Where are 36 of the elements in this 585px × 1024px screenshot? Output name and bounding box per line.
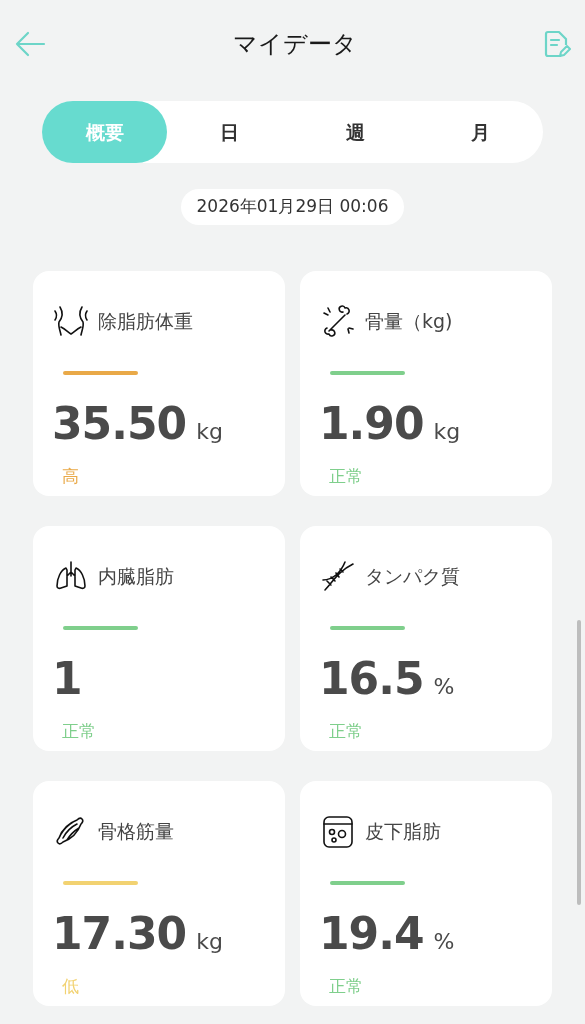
metric-name: 内臓脂肪 (98, 564, 174, 590)
back-icon[interactable] (14, 31, 46, 57)
metric-unit: % (433, 672, 455, 701)
status-label: 正常 (329, 720, 363, 741)
metric-card[interactable]: 内臓脂肪 1 正常 (33, 525, 285, 751)
status-label: 正常 (329, 465, 363, 486)
metric-unit: kg (196, 417, 223, 446)
metric-value: 16.5 (319, 656, 424, 701)
metric-card[interactable]: 骨格筋量 17.30 kg 低 (33, 780, 285, 1006)
status-label: 高 (62, 465, 79, 486)
metric-value: 19.4 (319, 911, 424, 956)
metric-value: 35.50 (52, 401, 187, 446)
metric-card[interactable]: タンパク質 16.5 % 正常 (300, 525, 552, 751)
metric-name: 除脂肪体重 (98, 309, 193, 335)
edit-document-icon[interactable] (543, 29, 571, 59)
status-label: 正常 (62, 720, 96, 741)
metric-name: 皮下脂肪 (365, 819, 441, 845)
metric-name: 骨格筋量 (98, 819, 174, 845)
date-label: 2026年01月29日 00:06 (180, 189, 405, 225)
status-label: 低 (62, 975, 79, 996)
tab[interactable]: 日 (167, 101, 293, 163)
metric-unit: kg (196, 927, 223, 956)
status-label: 正常 (329, 975, 363, 996)
metric-unit: % (433, 927, 455, 956)
page-title: マイデータ (232, 29, 357, 60)
metric-card[interactable]: 皮下脂肪 19.4 % 正常 (300, 780, 552, 1006)
metric-value: 17.30 (52, 911, 187, 956)
tab[interactable]: 月 (417, 101, 543, 163)
metric-name: 骨量（kg) (365, 309, 453, 335)
tab[interactable]: 週 (292, 101, 418, 163)
metric-card[interactable]: 除脂肪体重 35.50 kg 高 (33, 270, 285, 496)
metric-value: 1 (52, 656, 82, 701)
metric-card[interactable]: 骨量（kg) 1.90 kg 正常 (300, 270, 552, 496)
metric-name: タンパク質 (365, 564, 460, 590)
metric-value: 1.90 (319, 401, 424, 446)
metric-unit: kg (433, 417, 461, 446)
